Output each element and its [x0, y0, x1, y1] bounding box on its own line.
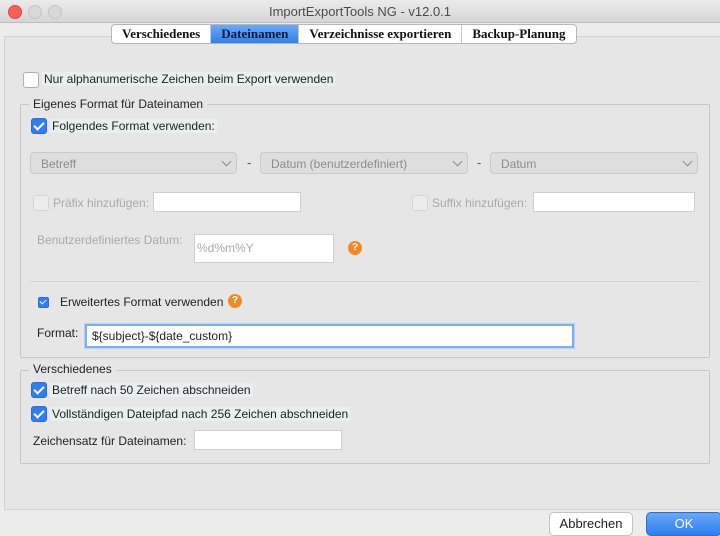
truncate-path-checkbox[interactable] — [31, 406, 47, 422]
separator-2: - — [477, 155, 482, 170]
prefix-checkbox[interactable] — [33, 195, 49, 211]
custom-date-help-icon[interactable]: ? — [348, 241, 362, 255]
use-format-label: Folgendes Format verwenden: — [50, 119, 217, 133]
charset-label: Zeichensatz für Dateinamen: — [33, 434, 187, 448]
ok-button[interactable]: OK — [646, 512, 720, 536]
custom-date-label: Benutzerdefiniertes Datum: — [37, 233, 183, 247]
alnum-export-checkbox[interactable] — [23, 72, 39, 88]
extended-format-label: Erweitertes Format verwenden — [60, 295, 224, 309]
tab-bar: Verschiedenes Dateinamen Verzeichnisse e… — [111, 24, 577, 44]
format-part-3-select[interactable]: Datum — [490, 152, 698, 174]
chevron-down-icon — [452, 156, 463, 167]
extended-format-help-icon[interactable]: ? — [228, 294, 242, 308]
format-part-1-value: Betreff — [41, 157, 77, 171]
suffix-input[interactable] — [533, 192, 695, 212]
chevron-down-icon — [221, 156, 232, 167]
prefix-input[interactable] — [153, 192, 301, 212]
custom-format-legend: Eigenes Format für Dateinamen — [29, 97, 208, 111]
custom-date-input[interactable]: %d%m%Y — [194, 234, 334, 263]
truncate-subject-label: Betreff nach 50 Zeichen abschneiden — [50, 383, 253, 397]
misc-legend: Verschiedenes — [29, 362, 116, 376]
divider — [30, 281, 700, 282]
custom-format-group — [20, 104, 710, 358]
format-part-2-select[interactable]: Datum (benutzerdefiniert) — [260, 152, 468, 174]
format-input[interactable]: ${subject}-${date_custom} — [85, 324, 574, 348]
truncate-subject-checkbox[interactable] — [31, 382, 47, 398]
format-part-2-value: Datum (benutzerdefiniert) — [271, 157, 408, 171]
format-part-1-select[interactable]: Betreff — [30, 152, 237, 174]
format-label: Format: — [37, 326, 79, 340]
tab-verschiedenes[interactable]: Verschiedenes — [112, 25, 212, 43]
title-bar: ImportExportTools NG - v12.0.1 — [0, 0, 720, 23]
extended-format-checkbox[interactable] — [38, 297, 49, 308]
cancel-button[interactable]: Abbrechen — [549, 512, 633, 536]
suffix-checkbox[interactable] — [412, 195, 428, 211]
separator-1: - — [247, 155, 252, 170]
suffix-label: Suffix hinzufügen: — [432, 196, 528, 210]
chevron-down-icon — [682, 156, 693, 167]
alnum-export-label: Nur alphanumerische Zeichen beim Export … — [42, 72, 336, 86]
tab-verzeichnisse-exportieren[interactable]: Verzeichnisse exportieren — [299, 25, 463, 43]
truncate-path-label: Vollständigen Dateipfad nach 256 Zeichen… — [50, 407, 351, 421]
tab-backup-planung[interactable]: Backup-Planung — [462, 25, 575, 43]
window-title: ImportExportTools NG - v12.0.1 — [268, 4, 452, 19]
charset-input[interactable] — [194, 430, 342, 450]
tab-dateinamen[interactable]: Dateinamen — [211, 25, 300, 43]
format-part-3-value: Datum — [501, 157, 537, 171]
use-format-checkbox[interactable] — [31, 118, 47, 134]
prefix-label: Präfix hinzufügen: — [53, 196, 150, 210]
